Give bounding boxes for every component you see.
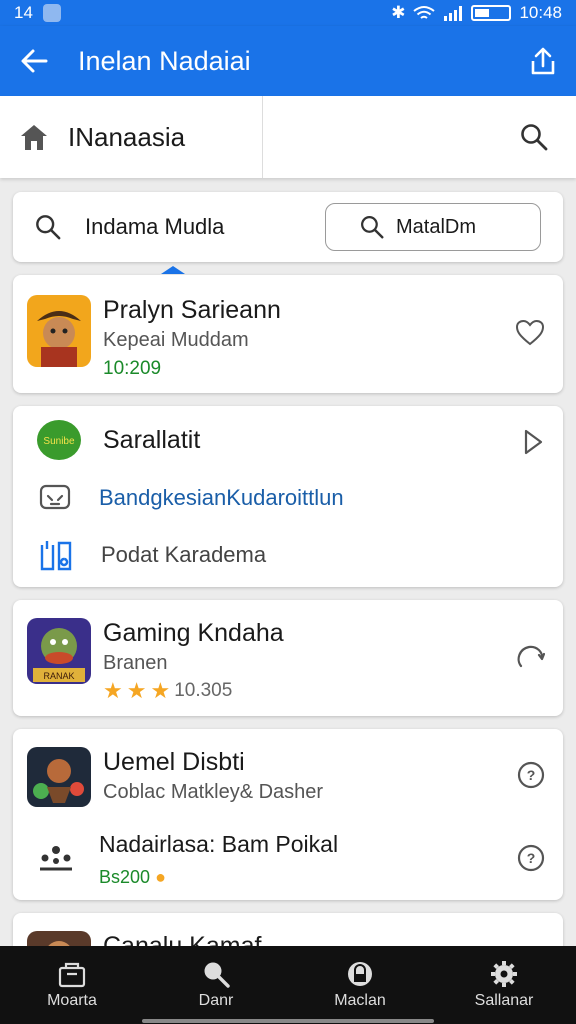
status-time: 10:48: [519, 3, 562, 22]
svg-text:?: ?: [527, 850, 536, 866]
app-icon-text: RANAK: [43, 671, 74, 681]
flame-icon: ●: [155, 867, 166, 887]
app-subtitle: Kepeai Muddam: [103, 329, 249, 351]
bottom-nav: Moarta Danr Maclan Sallanar: [0, 946, 576, 1024]
app-title: Gaming Kndaha: [103, 619, 284, 647]
app-card[interactable]: RANAK Gaming Kndaha Branen ★ ★ ★ 10.305: [13, 600, 563, 716]
help-icon[interactable]: ?: [517, 844, 545, 872]
app-card[interactable]: Sunibe Sarallatit BandgkesianKudaroittlu…: [13, 406, 563, 587]
app-card[interactable]: Pralyn Sarieann Kepeai Muddam 10:209: [13, 275, 563, 393]
page-title: Inelan Nadaiai: [78, 45, 251, 76]
nav-item-1[interactable]: Danr: [144, 946, 288, 1024]
app-title: Uemel Disbti: [103, 748, 245, 776]
lock-icon: [348, 962, 372, 986]
bluetooth-icon: ✱: [391, 3, 406, 22]
search-icon: [361, 216, 384, 239]
star-icon: ★: [103, 678, 123, 703]
status-time-left: 14: [14, 3, 33, 22]
document-icon: [40, 541, 72, 571]
search-button-label: MatalDm: [396, 215, 477, 238]
help-icon[interactable]: ?: [517, 761, 545, 789]
wifi-icon: [413, 6, 436, 19]
app-title: Pralyn Sarieann: [103, 296, 281, 324]
app-bar: Inelan Nadaiai: [0, 26, 576, 96]
star-icon: ★: [150, 678, 171, 703]
search-card: Indama Mudla MatalDm: [13, 192, 563, 262]
menu-link-label: BandgkesianKudaroittlun: [99, 485, 344, 510]
group-icon: [40, 846, 72, 871]
tab-indicator: [161, 266, 185, 274]
nav-label: Maclan: [334, 992, 386, 1009]
tab-divider: [262, 96, 263, 178]
app-icon: [27, 295, 91, 367]
nav-label: Danr: [198, 992, 234, 1009]
search-query-text[interactable]: Indama Mudla: [85, 214, 224, 240]
search-icon: [36, 215, 61, 240]
rating-value: 10.305: [174, 680, 233, 701]
status-bar: 14 ✱ 10:48: [0, 0, 576, 26]
menu-row-detail[interactable]: Podat Karadema: [39, 539, 266, 571]
app-card[interactable]: Uemel Disbti Coblac Matkley& Dasher ? Na…: [13, 729, 563, 900]
app-title: Sarallatit: [103, 426, 201, 454]
app-subtitle: Coblac Matkley& Dasher: [103, 781, 324, 803]
message-icon: [39, 484, 71, 510]
row-title: Nadairlasa: Bam Poikal: [99, 831, 339, 857]
menu-row-group[interactable]: Nadairlasa: Bam Poikal Bs200 ●: [39, 829, 338, 891]
nav-label: Sallanar: [474, 992, 534, 1009]
app-icon: Sunibe: [27, 418, 91, 462]
menu-detail-label: Podat Karadema: [101, 542, 267, 567]
app-subtitle: Branen: [103, 652, 168, 674]
nav-label: Moarta: [47, 992, 97, 1009]
svg-text:?: ?: [527, 767, 536, 783]
store-icon: [58, 962, 86, 988]
tab-bar: INanaasia: [0, 96, 576, 274]
refresh-icon[interactable]: [515, 644, 545, 672]
tab-main[interactable]: INanaasia: [68, 122, 262, 153]
app-icon: [27, 747, 91, 807]
nav-item-2[interactable]: Maclan: [288, 946, 432, 1024]
nav-item-3[interactable]: Sallanar: [432, 946, 576, 1024]
battery-icon: [471, 5, 512, 21]
share-icon[interactable]: [530, 46, 556, 76]
app-notification-icon: [42, 4, 61, 22]
menu-row-link[interactable]: BandgkesianKudaroittlun: [39, 484, 344, 512]
heart-icon[interactable]: [515, 319, 545, 347]
home-indicator: [142, 1019, 434, 1023]
back-arrow-icon[interactable]: [20, 48, 48, 74]
app-icon-text: Sunibe: [43, 436, 75, 447]
signal-icon: [444, 6, 463, 21]
app-meta: 10:209: [103, 358, 162, 379]
app-icon: RANAK: [27, 618, 91, 684]
search-icon[interactable]: [520, 123, 548, 151]
rating: ★ ★ ★ 10.305: [103, 678, 284, 704]
row-meta: Bs200: [99, 867, 151, 887]
star-icon: ★: [126, 678, 147, 703]
home-button[interactable]: [0, 122, 68, 152]
search-icon: [204, 962, 230, 988]
nav-item-0[interactable]: Moarta: [0, 946, 144, 1024]
chevron-right-icon[interactable]: [521, 428, 545, 456]
settings-icon: [491, 961, 517, 987]
search-button[interactable]: MatalDm: [325, 203, 541, 251]
home-icon: [21, 125, 47, 150]
